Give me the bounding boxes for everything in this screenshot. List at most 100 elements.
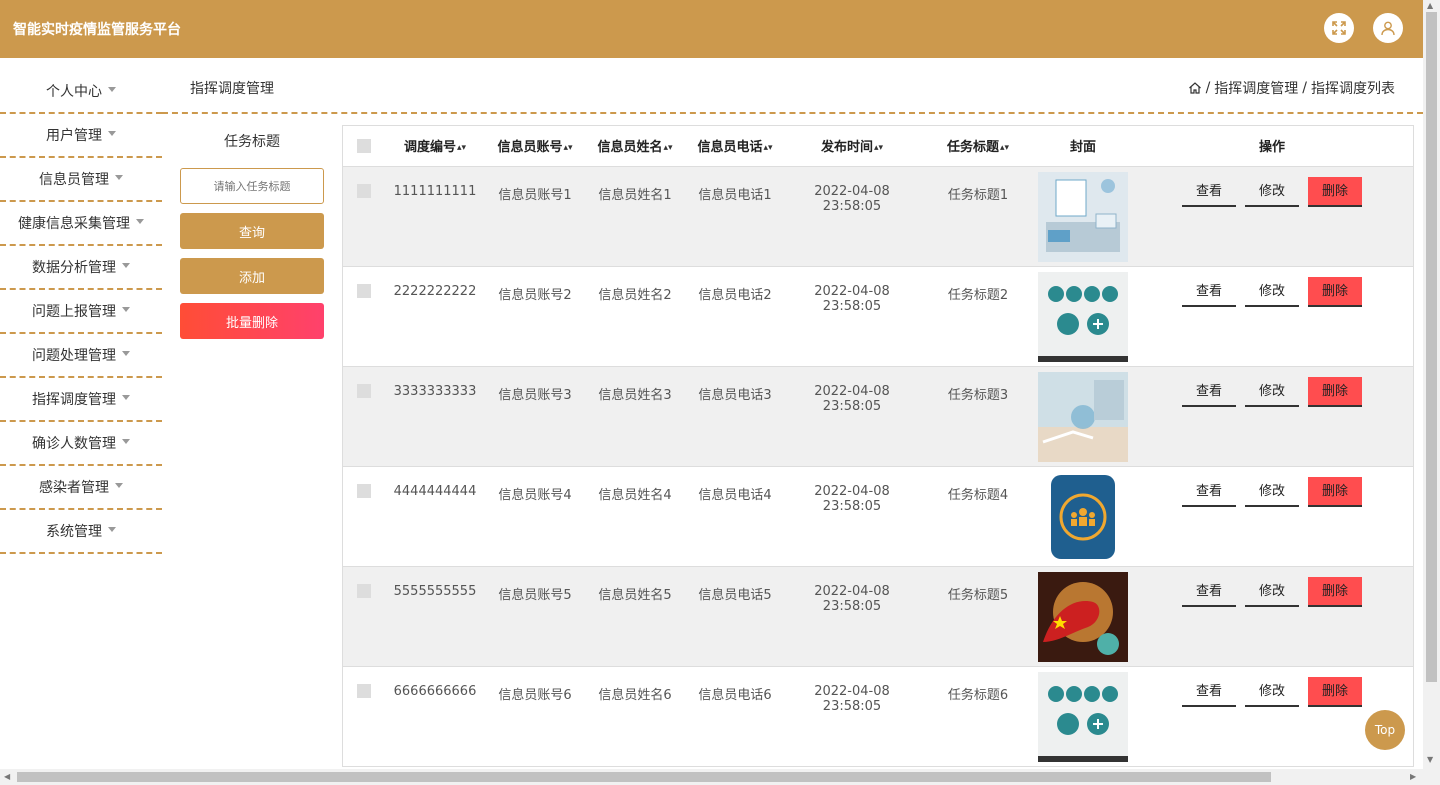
select-all-checkbox[interactable] [357, 138, 371, 153]
sidebar-item-users[interactable]: 用户管理 [0, 114, 162, 158]
scroll-right-icon[interactable]: ▶ [1410, 772, 1416, 781]
edit-button[interactable]: 修改 [1245, 377, 1299, 407]
select-all-cell [343, 126, 385, 167]
sidebar-item-personal-center[interactable]: 个人中心 [0, 70, 162, 114]
edit-button[interactable]: 修改 [1245, 677, 1299, 707]
cell-task: 任务标题4 [919, 466, 1037, 567]
add-button[interactable]: 添加 [180, 258, 324, 294]
col-header-account[interactable]: 信息员账号▴▾ [485, 126, 585, 167]
cell-actions: 查看 修改 删除 [1129, 566, 1413, 667]
col-header-code[interactable]: 调度编号▴▾ [385, 126, 485, 167]
cover-image[interactable] [1038, 571, 1128, 662]
cover-image[interactable] [1038, 671, 1128, 762]
sidebar-item-issue-handling[interactable]: 问题处理管理 [0, 334, 162, 378]
back-to-top-button[interactable]: Top [1365, 710, 1405, 750]
row-checkbox[interactable] [357, 383, 371, 398]
row-checkbox[interactable] [357, 683, 371, 698]
col-header-name[interactable]: 信息员姓名▴▾ [585, 126, 685, 167]
view-button[interactable]: 查看 [1182, 277, 1236, 307]
col-header-time[interactable]: 发布时间▴▾ [785, 126, 919, 167]
row-checkbox[interactable] [357, 583, 371, 598]
breadcrumb-item-current: 指挥调度列表 [1311, 81, 1395, 97]
edit-button[interactable]: 修改 [1245, 577, 1299, 607]
vertical-scroll-thumb[interactable] [1426, 12, 1437, 682]
delete-button[interactable]: 删除 [1308, 276, 1362, 307]
sidebar-item-infected[interactable]: 感染者管理 [0, 466, 162, 510]
cell-account: 信息员账号5 [485, 566, 585, 667]
breadcrumb-item[interactable]: 指挥调度管理 [1214, 78, 1298, 98]
scroll-left-icon[interactable]: ◀ [4, 772, 10, 781]
vertical-scrollbar[interactable]: ▲ ▼ [1423, 0, 1440, 769]
cover-image[interactable] [1038, 471, 1128, 562]
col-header-cover: 封面 [1037, 126, 1129, 167]
sidebar-item-informants[interactable]: 信息员管理 [0, 158, 162, 202]
scroll-up-icon[interactable]: ▲ [1427, 1, 1433, 10]
cell-actions: 查看 修改 删除 [1129, 266, 1413, 367]
sidebar-item-dispatch[interactable]: 指挥调度管理 [0, 378, 162, 422]
home-icon[interactable] [1188, 81, 1202, 95]
sidebar-item-system[interactable]: 系统管理 [0, 510, 162, 554]
row-checkbox[interactable] [357, 283, 371, 298]
cell-task: 任务标题1 [919, 166, 1037, 267]
delete-button[interactable]: 删除 [1308, 576, 1362, 607]
task-title-label: 任务标题 [224, 134, 280, 150]
cell-name: 信息员姓名3 [585, 366, 685, 467]
cover-image[interactable] [1038, 171, 1128, 262]
batch-delete-button[interactable]: 批量删除 [180, 303, 324, 339]
fullscreen-button[interactable] [1324, 13, 1354, 43]
row-checkbox[interactable] [357, 483, 371, 498]
edit-button[interactable]: 修改 [1245, 277, 1299, 307]
cell-name: 信息员姓名4 [585, 466, 685, 567]
sidebar-item-health-info[interactable]: 健康信息采集管理 [0, 202, 162, 246]
sidebar-item-label: 指挥调度管理 [32, 392, 116, 408]
sort-icon[interactable]: ▴▾ [1000, 143, 1009, 153]
user-avatar-button[interactable] [1373, 13, 1403, 43]
edit-button[interactable]: 修改 [1245, 177, 1299, 207]
sidebar-item-data-analysis[interactable]: 数据分析管理 [0, 246, 162, 290]
cell-code: 6666666666 [385, 666, 485, 766]
view-button[interactable]: 查看 [1182, 477, 1236, 507]
horizontal-scrollbar[interactable]: ◀ ▶ [0, 769, 1423, 785]
view-button[interactable]: 查看 [1182, 677, 1236, 707]
row-select-cell [343, 666, 385, 766]
delete-button[interactable]: 删除 [1308, 676, 1362, 707]
cell-cover [1037, 166, 1129, 267]
sort-icon[interactable]: ▴▾ [763, 143, 772, 153]
sort-icon[interactable]: ▴▾ [663, 143, 672, 153]
task-title-search-input[interactable] [180, 168, 324, 204]
sort-icon[interactable]: ▴▾ [874, 143, 883, 153]
caret-down-icon [136, 218, 144, 224]
cell-phone: 信息员电话6 [685, 666, 785, 766]
view-button[interactable]: 查看 [1182, 577, 1236, 607]
cell-actions: 查看 修改 删除 [1129, 366, 1413, 467]
sidebar-item-label: 问题上报管理 [32, 304, 116, 320]
cell-cover [1037, 466, 1129, 567]
edit-button[interactable]: 修改 [1245, 477, 1299, 507]
row-select-cell [343, 266, 385, 367]
view-button[interactable]: 查看 [1182, 377, 1236, 407]
cover-image[interactable] [1038, 371, 1128, 462]
sidebar-item-issue-report[interactable]: 问题上报管理 [0, 290, 162, 334]
view-button[interactable]: 查看 [1182, 177, 1236, 207]
delete-button[interactable]: 删除 [1308, 176, 1362, 207]
table-row: 3333333333 信息员账号3 信息员姓名3 信息员电话3 2022-04-… [343, 366, 1413, 467]
breadcrumb-separator: / [1302, 80, 1307, 96]
col-header-actions: 操作 [1129, 126, 1413, 167]
caret-down-icon [108, 86, 116, 92]
sidebar-item-confirmed[interactable]: 确诊人数管理 [0, 422, 162, 466]
cell-task: 任务标题3 [919, 366, 1037, 467]
cover-image[interactable] [1038, 271, 1128, 362]
delete-button[interactable]: 删除 [1308, 376, 1362, 407]
sort-icon[interactable]: ▴▾ [563, 143, 572, 153]
cell-time: 2022-04-08 23:58:05 [785, 266, 919, 367]
scroll-down-icon[interactable]: ▼ [1427, 755, 1433, 764]
sort-icon[interactable]: ▴▾ [457, 143, 466, 153]
horizontal-scroll-thumb[interactable] [17, 772, 1271, 782]
app-title: 智能实时疫情监管服务平台 [13, 22, 181, 38]
sidebar-item-label: 个人中心 [46, 84, 102, 100]
col-header-phone[interactable]: 信息员电话▴▾ [685, 126, 785, 167]
col-header-task[interactable]: 任务标题▴▾ [919, 126, 1037, 167]
row-checkbox[interactable] [357, 183, 371, 198]
query-button[interactable]: 查询 [180, 213, 324, 249]
delete-button[interactable]: 删除 [1308, 476, 1362, 507]
